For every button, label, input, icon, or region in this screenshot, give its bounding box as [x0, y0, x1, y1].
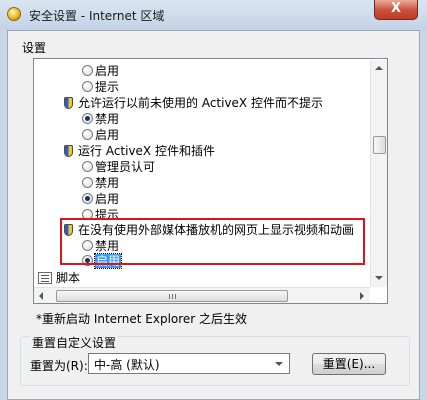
list-item[interactable]: 管理员认可	[82, 159, 156, 175]
option-label: 启用	[95, 192, 120, 206]
scroll-down-icon[interactable]	[375, 276, 383, 280]
scroll-left-icon[interactable]	[39, 292, 43, 300]
shield-icon	[64, 145, 73, 157]
option-label: 管理员认可	[95, 160, 156, 174]
shield-icon	[64, 97, 73, 109]
vertical-scroll-thumb[interactable]	[373, 136, 386, 154]
list-item[interactable]: 启用	[82, 63, 120, 79]
settings-list[interactable]: 启用 提示 允许运行以前未使用的 ActiveX 控件而不提示 禁用 启用 运行…	[33, 58, 388, 304]
reset-button[interactable]: 重置(E)...	[312, 353, 386, 375]
scroll-up-icon[interactable]	[375, 66, 383, 70]
category-heading: 脚本	[38, 270, 81, 286]
scroll-right-icon[interactable]	[360, 292, 364, 300]
horizontal-scrollbar[interactable]	[34, 287, 370, 303]
radio-button[interactable]	[82, 161, 93, 172]
restart-note: *重新启动 Internet Explorer 之后生效	[36, 312, 248, 326]
reset-to-label: 重置为(R):	[30, 359, 88, 373]
radio-button[interactable]	[82, 113, 93, 124]
settings-label: 设置	[22, 41, 47, 55]
grip-icon	[169, 294, 170, 299]
heading-label: 运行 ActiveX 控件和插件	[78, 144, 215, 158]
setting-heading: 运行 ActiveX 控件和插件	[64, 143, 215, 159]
option-label: 禁用	[95, 176, 120, 190]
select-value: 中-高 (默认)	[94, 358, 160, 372]
option-label: 禁用	[95, 112, 120, 126]
close-button[interactable]: X	[374, 0, 418, 20]
radio-button[interactable]	[82, 65, 93, 76]
option-label: 启用	[95, 128, 120, 142]
reset-group-title: 重置自定义设置	[30, 334, 119, 351]
setting-heading: 允许运行以前未使用的 ActiveX 控件而不提示	[64, 95, 323, 111]
list-item[interactable]: 禁用	[82, 111, 120, 127]
security-icon	[7, 7, 21, 21]
list-item[interactable]: 提示	[82, 79, 120, 95]
category-label: 脚本	[56, 271, 81, 285]
window-title: 安全设置 - Internet 区域	[29, 9, 165, 23]
option-label: 启用	[95, 64, 120, 78]
radio-button[interactable]	[82, 193, 93, 204]
option-label: 提示	[95, 80, 120, 94]
security-level-select[interactable]: 中-高 (默认)	[88, 353, 290, 374]
vertical-scrollbar[interactable]	[370, 60, 387, 287]
horizontal-scroll-thumb[interactable]	[56, 290, 288, 302]
title-bar: 安全设置 - Internet 区域 X	[0, 0, 427, 30]
radio-button[interactable]	[82, 81, 93, 92]
radio-button[interactable]	[82, 129, 93, 140]
script-icon	[38, 272, 52, 284]
highlight-box	[60, 218, 365, 265]
heading-label: 允许运行以前未使用的 ActiveX 控件而不提示	[78, 96, 323, 110]
chevron-down-icon[interactable]	[275, 362, 283, 366]
list-item[interactable]: 禁用	[82, 175, 120, 191]
list-item[interactable]: 启用	[82, 191, 120, 207]
list-item[interactable]: 启用	[82, 127, 120, 143]
radio-button[interactable]	[82, 177, 93, 188]
